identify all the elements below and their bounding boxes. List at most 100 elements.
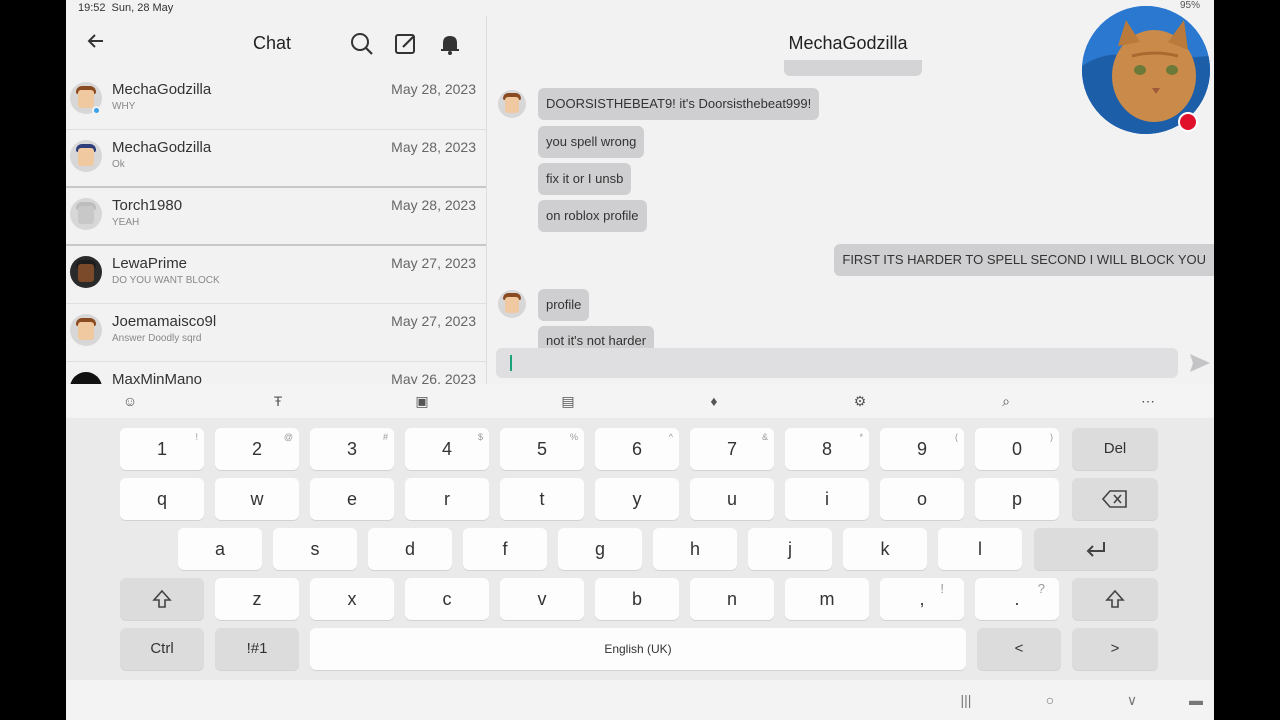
key-0[interactable]: 0) xyxy=(975,428,1059,470)
key-2[interactable]: 2 @ xyxy=(215,428,299,470)
text-cursor xyxy=(510,355,512,371)
message-input[interactable] xyxy=(496,348,1178,378)
search-icon[interactable]: ⌕ xyxy=(996,392,1016,410)
key-m[interactable]: m xyxy=(785,578,869,620)
home-icon[interactable]: ○ xyxy=(1040,692,1060,708)
key-s[interactable]: s xyxy=(273,528,357,570)
key-j[interactable]: j xyxy=(748,528,832,570)
emoji-icon[interactable]: ☺ xyxy=(120,392,140,410)
key-d[interactable]: d xyxy=(368,528,452,570)
key-b[interactable]: b xyxy=(595,578,679,620)
shift-left-icon[interactable] xyxy=(120,578,204,620)
key-y[interactable]: y xyxy=(595,478,679,520)
key-secondary: ^ xyxy=(668,432,673,442)
key-comma[interactable]: ,! xyxy=(880,578,964,620)
key-z[interactable]: z xyxy=(215,578,299,620)
compose-icon[interactable] xyxy=(392,30,420,58)
chat-preview: YEAH xyxy=(112,217,140,228)
text-style-icon[interactable]: Ŧ xyxy=(268,392,288,410)
key-k[interactable]: k xyxy=(843,528,927,570)
space-bar[interactable]: English (UK) xyxy=(310,628,966,670)
key-u[interactable]: u xyxy=(690,478,774,520)
key-o[interactable]: o xyxy=(880,478,964,520)
bell-icon[interactable] xyxy=(436,30,464,58)
keyboard-layout-icon[interactable]: ▤ xyxy=(558,392,578,410)
key-t[interactable]: t xyxy=(500,478,584,520)
on-screen-keyboard: 1! 2 @ 3 # 4 $ 5% 6 ^ 7 & 8 * 9( 0) Del q w e … xyxy=(66,418,1214,680)
message-bubble-incoming: on roblox profile xyxy=(538,200,647,232)
system-nav-bar: ||| ○ ∨ ▬ xyxy=(66,680,1214,720)
key-label: 8 xyxy=(821,439,832,459)
key-c[interactable]: c xyxy=(405,578,489,620)
more-icon[interactable]: ⋯ xyxy=(1138,392,1158,410)
del-key[interactable]: Del xyxy=(1072,428,1158,470)
keyboard-toolbar: ☺ Ŧ ▣ ▤ ♦ ⚙ ⌕ ⋯ xyxy=(66,384,1214,418)
chat-preview: WHY xyxy=(112,101,136,112)
settings-icon[interactable]: ⚙ xyxy=(850,392,870,410)
key-3[interactable]: 3 # xyxy=(310,428,394,470)
message-bubble-incoming: not it's not harder xyxy=(538,326,655,348)
key-i[interactable]: i xyxy=(785,478,869,520)
key-l[interactable]: l xyxy=(938,528,1022,570)
ctrl-key[interactable]: Ctrl xyxy=(120,628,204,670)
chat-list-item[interactable]: Joemamaisco9l Answer Doodly sqrd May 27,… xyxy=(66,304,486,362)
recent-apps-icon[interactable]: ||| xyxy=(956,692,976,708)
backspace-icon[interactable] xyxy=(1072,478,1158,520)
cursor-left-key[interactable]: < xyxy=(977,628,1061,670)
chat-list-item[interactable]: MechaGodzilla Ok May 28, 2023 xyxy=(66,130,486,188)
chat-list-item[interactable]: MaxMinMano May 26, 2023 xyxy=(66,362,486,384)
key-8[interactable]: 8 * xyxy=(785,428,869,470)
chat-list-item[interactable]: LewaPrime DO YOU WANT BLOCK May 27, 2023 xyxy=(66,246,486,304)
key-p[interactable]: p xyxy=(975,478,1059,520)
key-q[interactable]: q xyxy=(120,478,204,520)
key-g[interactable]: g xyxy=(558,528,642,570)
key-7[interactable]: 7 & xyxy=(690,428,774,470)
chat-preview: Answer Doodly sqrd xyxy=(112,333,202,344)
key-label: 1 xyxy=(156,439,167,459)
key-v[interactable]: v xyxy=(500,578,584,620)
key-1[interactable]: 1! xyxy=(120,428,204,470)
key-5[interactable]: 5% xyxy=(500,428,584,470)
key-label: 9 xyxy=(916,439,927,459)
status-bar: 19:52 Sun, 28 May xyxy=(78,0,173,16)
key-label: 4 xyxy=(441,439,452,459)
chat-list-item[interactable]: MechaGodzilla WHY May 28, 2023 xyxy=(66,72,486,130)
symbols-key[interactable]: !#1 xyxy=(215,628,299,670)
key-w[interactable]: w xyxy=(215,478,299,520)
shift-right-icon[interactable] xyxy=(1072,578,1158,620)
chat-date: May 28, 2023 xyxy=(391,139,476,155)
key-4[interactable]: 4 $ xyxy=(405,428,489,470)
key-secondary: ! xyxy=(195,432,198,442)
microphone-icon[interactable]: ♦ xyxy=(704,392,724,410)
key-r[interactable]: r xyxy=(405,478,489,520)
cursor-right-key[interactable]: > xyxy=(1072,628,1158,670)
key-a[interactable]: a xyxy=(178,528,262,570)
avatar xyxy=(70,140,102,172)
chat-name: MechaGodzilla xyxy=(112,81,212,98)
key-e[interactable]: e xyxy=(310,478,394,520)
key-f[interactable]: f xyxy=(463,528,547,570)
key-label: 3 xyxy=(346,439,357,459)
search-icon[interactable] xyxy=(348,30,376,58)
key-label: 6 xyxy=(631,439,642,459)
key-h[interactable]: h xyxy=(653,528,737,570)
chat-name: Torch1980 xyxy=(112,197,183,214)
key-6[interactable]: 6 ^ xyxy=(595,428,679,470)
chevron-down-icon[interactable]: ∨ xyxy=(1122,692,1142,708)
chat-name: Joemamaisco9l xyxy=(112,313,217,330)
key-x[interactable]: x xyxy=(310,578,394,620)
avatar xyxy=(498,90,526,118)
message-bubble-incoming: fix it or I unsb xyxy=(538,163,632,195)
keyboard-icon[interactable]: ▬ xyxy=(1186,692,1206,708)
key-secondary: ) xyxy=(1050,432,1053,442)
key-9[interactable]: 9( xyxy=(880,428,964,470)
chat-list-item[interactable]: Torch1980 YEAH May 28, 2023 xyxy=(66,188,486,246)
key-period[interactable]: .? xyxy=(975,578,1059,620)
key-secondary: ! xyxy=(940,581,944,596)
key-secondary: # xyxy=(382,432,388,442)
key-n[interactable]: n xyxy=(690,578,774,620)
clipboard-icon[interactable]: ▣ xyxy=(412,392,432,410)
chat-date: May 28, 2023 xyxy=(391,81,476,97)
send-icon[interactable] xyxy=(1188,352,1212,374)
enter-icon[interactable] xyxy=(1034,528,1158,570)
